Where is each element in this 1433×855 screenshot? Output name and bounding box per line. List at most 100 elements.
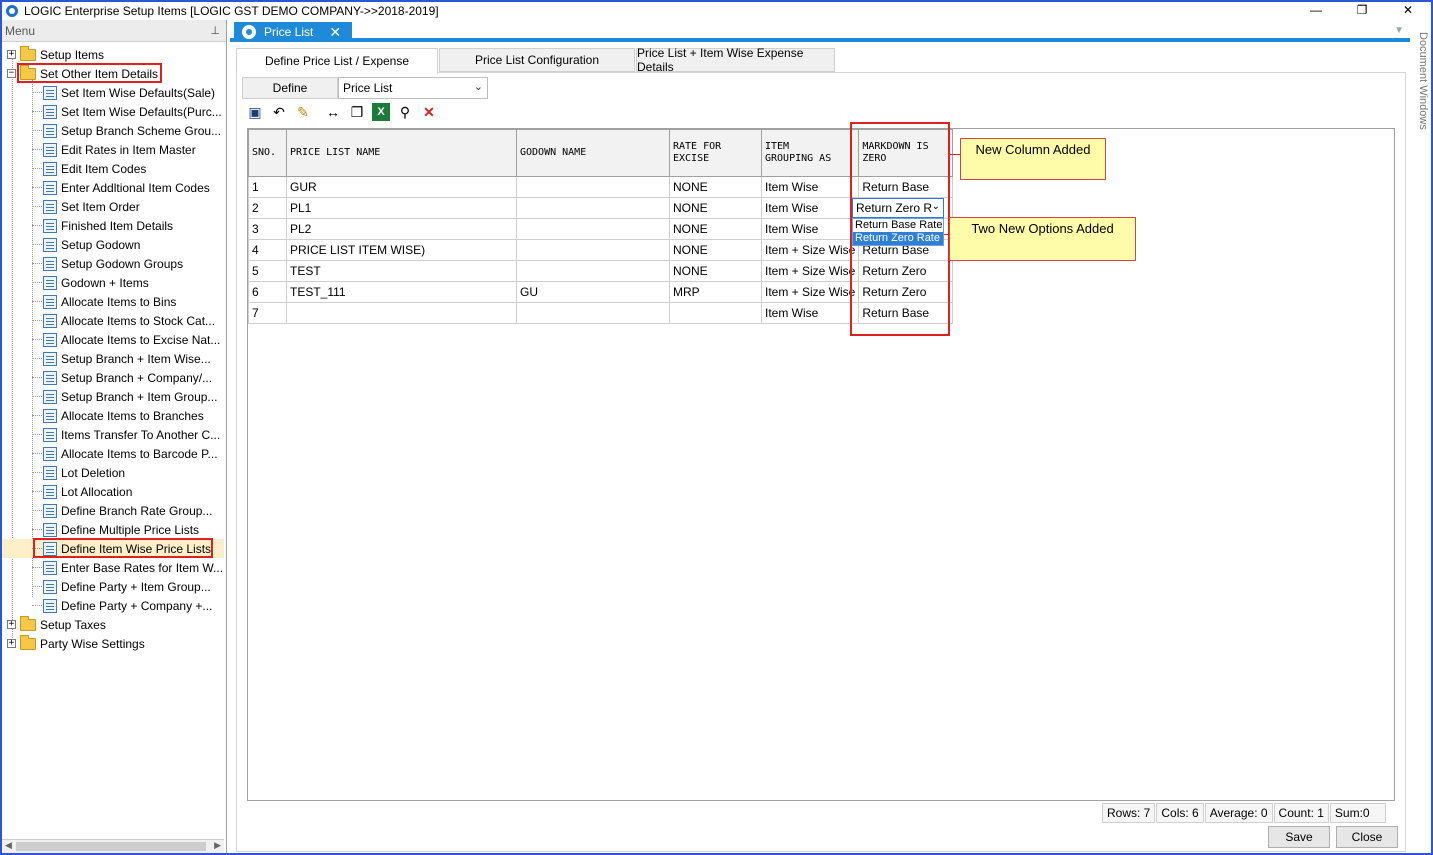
scroll-thumb[interactable] [16, 842, 206, 851]
table-cell[interactable]: NONE [669, 176, 762, 198]
table-cell[interactable]: 3 [248, 218, 287, 240]
subtab-price-list-item-wise-expense[interactable]: Price List + Item Wise Expense Details [636, 46, 835, 74]
menu-horizontal-scrollbar[interactable]: ◀ ▶ [2, 839, 224, 853]
minimize-button[interactable]: — [1293, 2, 1339, 20]
table-cell[interactable]: PL1 [286, 197, 517, 219]
expand-icon[interactable]: + [7, 639, 16, 648]
excel-icon[interactable]: X [372, 103, 390, 121]
edit-icon[interactable]: ✎ [294, 103, 312, 121]
table-cell[interactable] [286, 302, 517, 324]
column-header[interactable]: SNO. [248, 129, 287, 177]
table-cell[interactable]: 1 [248, 176, 287, 198]
table-cell[interactable]: GUR [286, 176, 517, 198]
table-row[interactable]: 2 PL1 NONE Item Wise [248, 197, 954, 219]
tree-item[interactable]: Lot Allocation [32, 482, 132, 501]
tree-item[interactable]: Allocate Items to Excise Nat... [32, 330, 220, 349]
tree-item[interactable]: Set Item Wise Defaults(Sale) [32, 83, 215, 102]
table-cell[interactable] [516, 239, 670, 261]
restore-button[interactable]: ❐ [1339, 2, 1385, 20]
table-cell[interactable]: 4 [248, 239, 287, 261]
table-cell[interactable]: TEST_111 [286, 281, 517, 303]
copy-icon[interactable]: ❐ [348, 103, 366, 121]
undo-icon[interactable]: ↶ [270, 103, 288, 121]
tree-item[interactable]: + Setup Taxes [7, 615, 106, 634]
tree-item[interactable]: Set Item Wise Defaults(Purc... [32, 102, 222, 121]
column-header[interactable]: ITEM GROUPING AS [760, 129, 860, 177]
subtab-define-price-list[interactable]: Define Price List / Expense [236, 48, 438, 74]
close-window-button[interactable]: ✕ [1385, 2, 1431, 20]
tree-item[interactable]: Setup Branch Scheme Grou... [32, 121, 221, 140]
tree-item[interactable]: Define Multiple Price Lists [32, 520, 199, 539]
close-button[interactable]: Close [1336, 826, 1398, 848]
table-row[interactable]: 1 GUR NONE Item Wise Return Base [248, 176, 954, 198]
table-row[interactable]: 3PL2NONEItem WiseReturn Base [248, 218, 954, 240]
table-cell[interactable]: NONE [669, 218, 762, 240]
tab-price-list[interactable]: Price List ✕ [234, 22, 352, 42]
scroll-right-icon[interactable]: ▶ [214, 840, 221, 851]
expand-icon[interactable]: + [7, 50, 16, 59]
tree-item[interactable]: Set Item Order [32, 197, 140, 216]
close-tab-icon[interactable]: ✕ [329, 24, 341, 41]
table-cell[interactable]: 5 [248, 260, 287, 282]
table-cell[interactable]: NONE [669, 239, 762, 261]
table-cell[interactable] [516, 218, 670, 240]
table-cell[interactable]: NONE [669, 197, 762, 219]
expand-icon[interactable]: + [7, 620, 16, 629]
tree-item[interactable]: Lot Deletion [32, 463, 125, 482]
column-header[interactable]: GODOWN NAME [516, 129, 670, 177]
column-header[interactable]: PRICE LIST NAME [286, 129, 517, 177]
delete-icon[interactable]: ✕ [420, 103, 438, 121]
table-row[interactable]: 6 TEST_111 GU MRP Item + Size Wise Return Zer… [248, 281, 954, 303]
table-cell[interactable]: 2 [248, 197, 287, 219]
tree-item[interactable]: Define Party + Item Group... [32, 577, 211, 596]
table-cell[interactable]: Item Wise [760, 302, 860, 324]
find-icon[interactable]: ⚲ [396, 103, 414, 121]
table-cell[interactable]: TEST [286, 260, 517, 282]
table-cell[interactable]: Item + Size Wise [760, 281, 860, 303]
table-cell[interactable]: Item Wise [760, 197, 860, 219]
save-icon[interactable]: ▣ [246, 103, 264, 121]
subtab-price-list-configuration[interactable]: Price List Configuration [439, 48, 635, 72]
tree-item[interactable]: Setup Godown [32, 235, 140, 254]
tree-item[interactable]: Setup Branch + Item Wise... [32, 349, 211, 368]
tree-item[interactable]: Edit Item Codes [32, 159, 146, 178]
table-row[interactable]: 7 Item Wise Return Base [248, 302, 954, 324]
table-cell[interactable]: GU [516, 281, 670, 303]
table-cell[interactable] [516, 302, 670, 324]
collapse-icon[interactable]: − [7, 69, 16, 78]
table-cell[interactable] [669, 302, 762, 324]
tree-item[interactable]: + Party Wise Settings [7, 634, 145, 653]
tree-item[interactable]: Enter Addltional Item Codes [32, 178, 210, 197]
tree-item[interactable]: Allocate Items to Stock Cat... [32, 311, 215, 330]
tree-item[interactable]: Enter Base Rates for Item W... [32, 558, 223, 577]
table-row[interactable]: 5 TEST NONE Item + Size Wise Return Zero [248, 260, 954, 282]
tree-item[interactable]: Setup Branch + Item Group... [32, 387, 217, 406]
define-type-select[interactable]: Price List ⌄ [338, 77, 488, 99]
table-cell[interactable]: Item Wise [760, 176, 860, 198]
column-header[interactable]: RATE FOR EXCISE [669, 129, 762, 177]
save-button[interactable]: Save [1268, 826, 1330, 848]
tree-item[interactable]: Godown + Items [32, 273, 149, 292]
table-cell[interactable]: Item + Size Wise [760, 239, 860, 261]
scroll-left-icon[interactable]: ◀ [5, 840, 12, 851]
tree-item[interactable]: Define Party + Company +... [32, 596, 212, 615]
tree-item[interactable]: + Setup Items [7, 45, 104, 64]
document-windows-side-tab[interactable]: Document Windows [1415, 32, 1429, 152]
tree-item[interactable]: Allocate Items to Branches [32, 406, 204, 425]
table-cell[interactable]: PL2 [286, 218, 517, 240]
pin-icon[interactable]: ⊥ [210, 24, 220, 37]
table-cell[interactable] [516, 176, 670, 198]
tree-item[interactable]: Allocate Items to Barcode P... [32, 444, 218, 463]
table-cell[interactable]: Item Wise [760, 218, 860, 240]
tree-item[interactable]: Define Branch Rate Group... [32, 501, 212, 520]
tree-item[interactable]: Edit Rates in Item Master [32, 140, 196, 159]
column-width-icon[interactable]: ↔ [324, 103, 342, 121]
define-tab[interactable]: Define [242, 77, 338, 99]
table-cell[interactable]: 7 [248, 302, 287, 324]
table-cell[interactable]: MRP [669, 281, 762, 303]
tree-item[interactable]: Items Transfer To Another C... [32, 425, 220, 444]
tree-item[interactable]: Allocate Items to Bins [32, 292, 176, 311]
table-cell[interactable]: PRICE LIST ITEM WISE) [286, 239, 517, 261]
tree-item[interactable]: Finished Item Details [32, 216, 173, 235]
table-cell[interactable]: NONE [669, 260, 762, 282]
